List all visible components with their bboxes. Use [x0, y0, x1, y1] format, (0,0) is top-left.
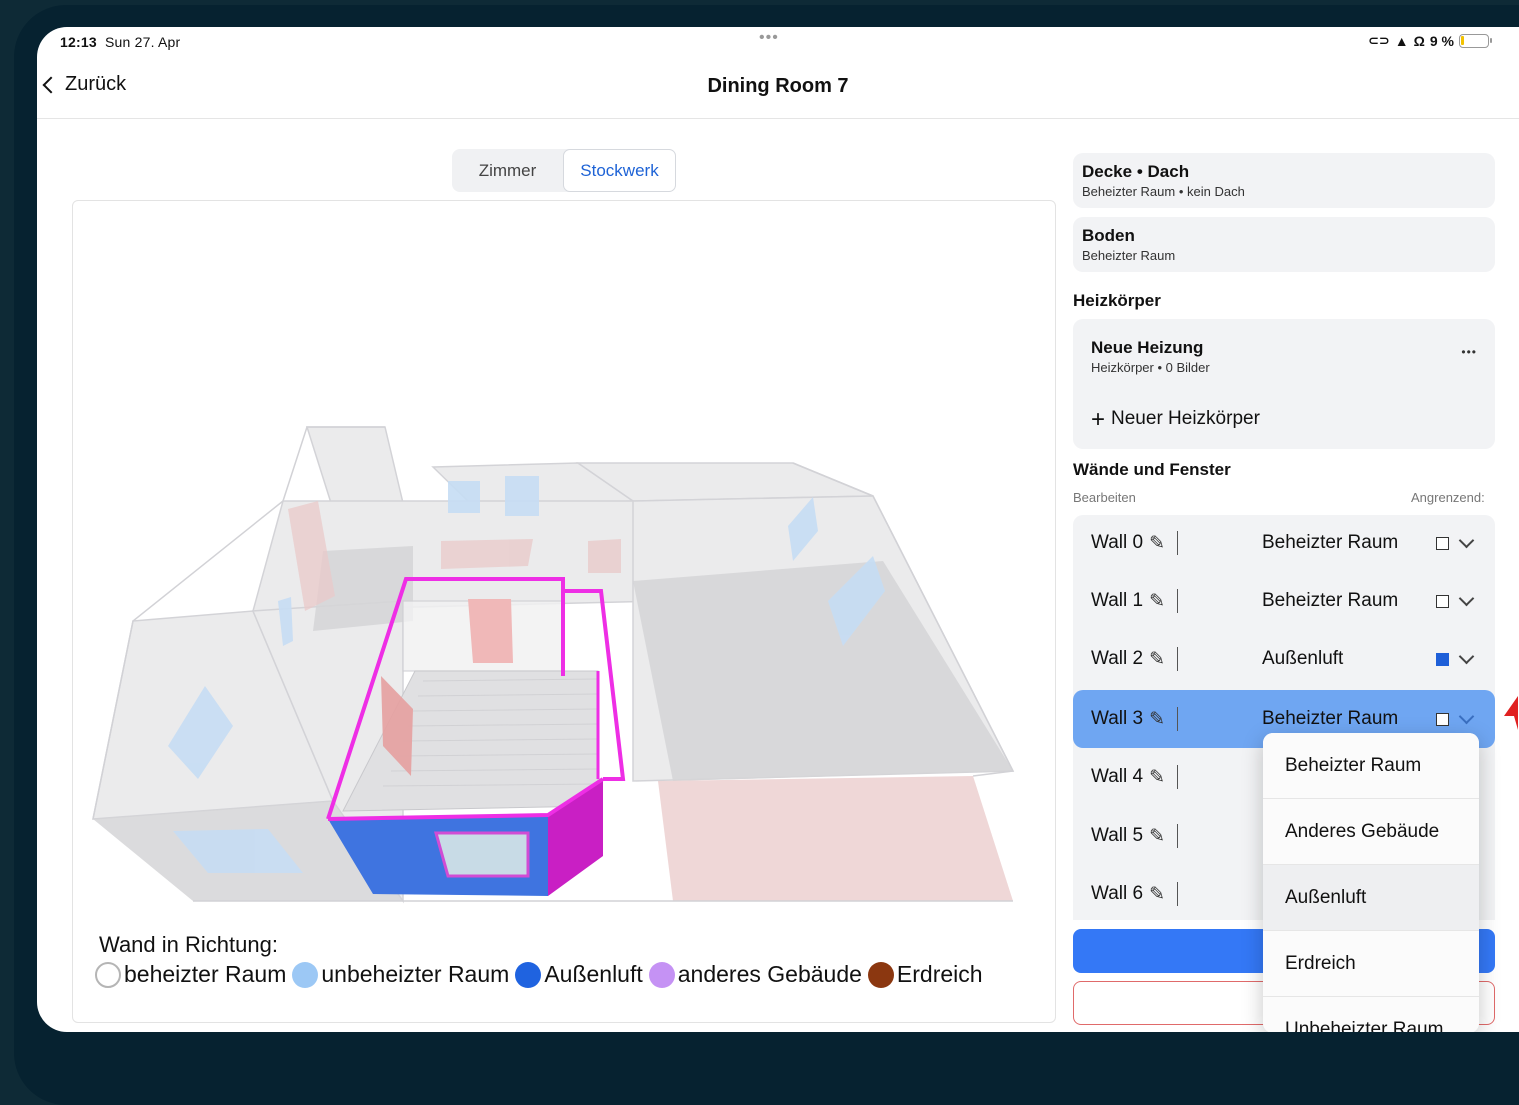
wall-adjacent-value: Beheizter Raum	[1262, 532, 1399, 553]
walls-adjacent-label: Angrenzend:	[1411, 490, 1485, 505]
wall-adjacent-value: Beheizter Raum	[1262, 708, 1399, 729]
legend-dot-ground	[867, 961, 894, 988]
legend-item-other-building: anderes Gebäude	[648, 961, 862, 988]
dropdown-option-heated-room[interactable]: Beheizter Raum	[1263, 733, 1479, 799]
add-radiator-label: Neuer Heizkörper	[1111, 408, 1260, 429]
radiators-heading: Heizkörper	[1073, 291, 1161, 310]
radiator-title: Neue Heizung	[1091, 338, 1204, 357]
pencil-icon[interactable]: ✎	[1149, 883, 1165, 906]
legend-dot-unheated	[292, 961, 319, 988]
floor-3d-model[interactable]	[73, 201, 1056, 1023]
legend-item-unheated: unbeheizter Raum	[292, 961, 509, 988]
divider	[1177, 589, 1179, 613]
wall-adjacent-value: Beheizter Raum	[1262, 590, 1399, 611]
wall-row-0[interactable]: Wall 0 ✎ Beheizter Raum	[1073, 516, 1495, 570]
divider	[1177, 531, 1179, 555]
wall-color-checkbox[interactable]	[1436, 536, 1449, 550]
adjacent-type-dropdown: Beheizter Raum Anderes Gebäude Außenluft…	[1263, 733, 1479, 1032]
radiator-item[interactable]: Neue Heizung Heizkörper • 0 Bilder	[1091, 338, 1210, 375]
legend-dot-outside-air	[515, 961, 542, 988]
divider	[1177, 824, 1179, 848]
walls-heading: Wände und Fenster	[1073, 460, 1231, 479]
radiator-subtitle: Heizkörper • 0 Bilder	[1091, 360, 1210, 375]
legend-item-heated: beheizter Raum	[95, 961, 286, 988]
wall-color-checkbox[interactable]	[1436, 652, 1449, 666]
wall-name: Wall 6	[1091, 883, 1144, 904]
divider	[1177, 765, 1179, 789]
view-segmented-control: Zimmer Stockwerk	[452, 149, 676, 192]
multitask-dots-icon[interactable]: •••	[759, 29, 779, 47]
wall-name: Wall 2	[1091, 648, 1144, 669]
pencil-icon[interactable]: ✎	[1149, 708, 1165, 731]
floor-subtitle: Beheizter Raum	[1082, 248, 1176, 263]
wall-color-checkbox[interactable]	[1436, 712, 1449, 726]
legend-dot-other-building	[648, 961, 675, 988]
wall-row-1[interactable]: Wall 1 ✎ Beheizter Raum	[1073, 574, 1495, 628]
legend-item-ground: Erdreich	[867, 961, 983, 988]
legend-title: Wand in Richtung:	[99, 932, 278, 957]
wall-row-2[interactable]: Wall 2 ✎ Außenluft	[1073, 632, 1495, 686]
wall-adjacent-value: Außenluft	[1262, 648, 1344, 669]
legend-dot-heated	[95, 961, 121, 988]
chevron-down-icon[interactable]	[1458, 532, 1475, 548]
legend-label-other-building: anderes Gebäude	[677, 961, 862, 987]
segment-room[interactable]: Zimmer	[452, 149, 563, 192]
divider	[1177, 647, 1179, 671]
pencil-icon[interactable]: ✎	[1149, 825, 1165, 848]
chevron-down-icon[interactable]	[1458, 648, 1475, 664]
legend-label-unheated: unbeheizter Raum	[321, 961, 510, 987]
dropdown-option-outside-air[interactable]: Außenluft	[1263, 865, 1479, 931]
dropdown-option-other-building[interactable]: Anderes Gebäude	[1263, 799, 1479, 865]
walls-edit-label[interactable]: Bearbeiten	[1073, 490, 1136, 505]
chevron-down-icon[interactable]	[1458, 590, 1475, 606]
pencil-icon[interactable]: ✎	[1149, 766, 1165, 789]
floor-card[interactable]: Boden Beheizter Raum	[1073, 217, 1495, 272]
add-radiator-button[interactable]: + Neuer Heizkörper	[1091, 405, 1260, 433]
status-time: 12:13 Sun 27. Apr	[60, 34, 181, 50]
chevron-down-icon[interactable]	[1458, 708, 1475, 724]
radiators-card: Neue Heizung Heizkörper • 0 Bilder ••• +…	[1073, 319, 1495, 449]
wall-name: Wall 0	[1091, 532, 1144, 553]
red-arrow-annotation-icon	[1504, 696, 1518, 730]
ceiling-subtitle: Beheizter Raum • kein Dach	[1082, 184, 1245, 199]
wall-name: Wall 1	[1091, 590, 1144, 611]
dropdown-option-unheated-room[interactable]: Unbeheizter Raum	[1263, 997, 1479, 1032]
wall-name: Wall 5	[1091, 825, 1144, 846]
wall-color-checkbox[interactable]	[1436, 594, 1449, 608]
wall-direction-legend: beheizter Raum unbeheizter Raum Außenluf…	[95, 961, 989, 988]
legend-item-outside-air: Außenluft	[515, 961, 643, 988]
wall-name: Wall 4	[1091, 766, 1144, 787]
divider	[1177, 707, 1179, 731]
status-date: Sun 27. Apr	[105, 34, 181, 50]
pencil-icon[interactable]: ✎	[1149, 532, 1165, 555]
segment-floor[interactable]: Stockwerk	[563, 149, 676, 192]
legend-label-ground: Erdreich	[896, 961, 983, 987]
ceiling-title: Decke • Dach	[1082, 162, 1190, 181]
ceiling-card[interactable]: Decke • Dach Beheizter Raum • kein Dach	[1073, 153, 1495, 208]
divider	[1177, 882, 1179, 906]
app-screen: 12:13 Sun 27. Apr ••• ⊂⊃ ▲ Ω 9 % Zurück …	[37, 27, 1519, 1032]
pencil-icon[interactable]: ✎	[1149, 590, 1165, 613]
legend-label-outside-air: Außenluft	[544, 961, 643, 987]
pencil-icon[interactable]: ✎	[1149, 648, 1165, 671]
dropdown-option-ground[interactable]: Erdreich	[1263, 931, 1479, 997]
legend-label-heated: beheizter Raum	[124, 961, 287, 987]
radiator-more-icon[interactable]: •••	[1461, 345, 1477, 359]
wall-name: Wall 3	[1091, 708, 1144, 729]
floor-title: Boden	[1082, 226, 1135, 245]
plus-icon: +	[1091, 405, 1106, 433]
floor-3d-viewer[interactable]: Wand in Richtung: beheizter Raum unbehei…	[72, 200, 1056, 1023]
